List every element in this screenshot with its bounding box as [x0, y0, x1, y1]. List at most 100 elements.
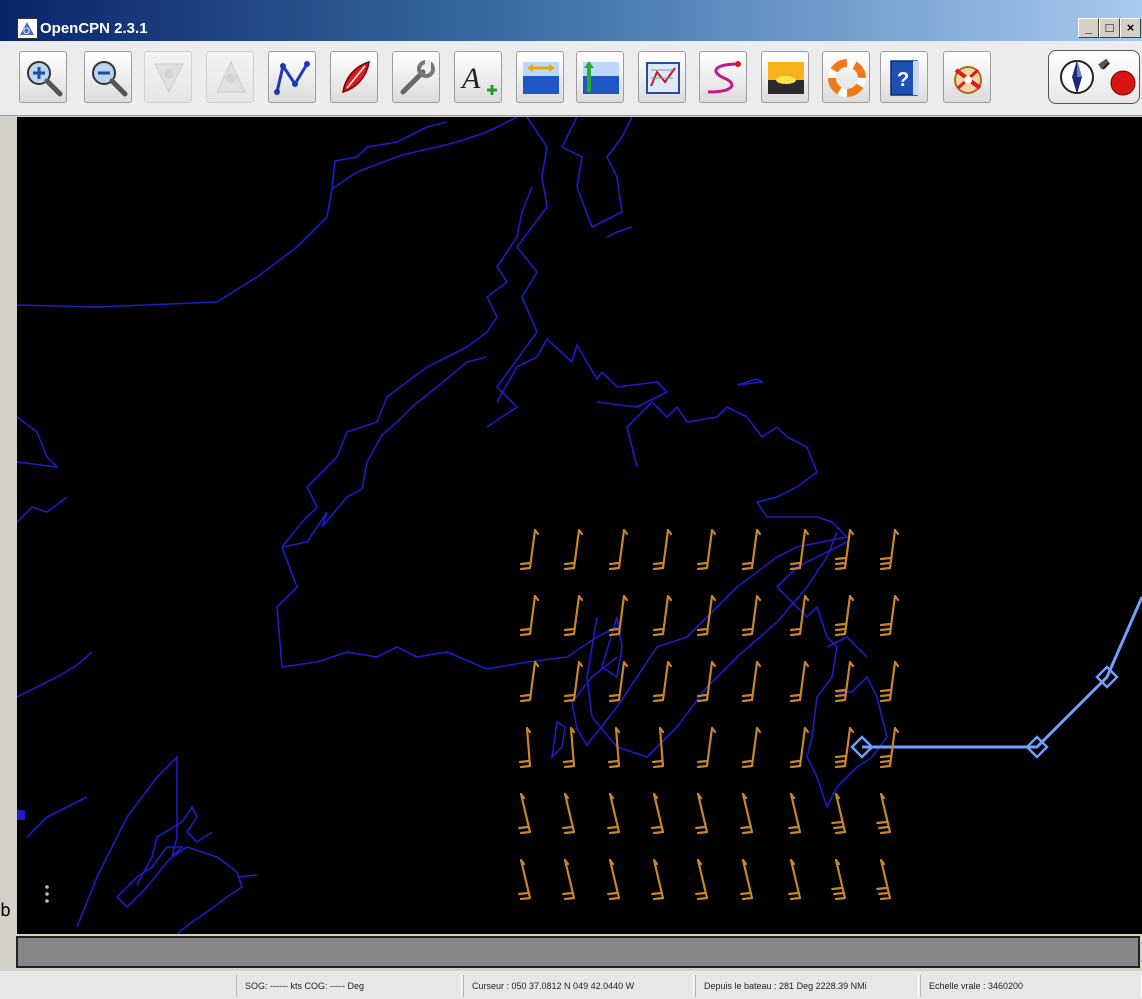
wind-barb [834, 660, 855, 703]
zoom-out-icon [92, 61, 128, 97]
wind-barb [879, 660, 900, 703]
chart-marker [17, 810, 25, 820]
text-icon: A [460, 62, 497, 95]
left-margin-mark: b [0, 900, 11, 921]
cursor-position-field: Curseur : 050 37.0812 N 049 42.0440 W [463, 975, 694, 997]
wind-barb [651, 792, 665, 835]
wind-barb [741, 528, 762, 571]
status-bar: SOG: ------ kts COG: ----- Deg Curseur :… [0, 971, 1142, 999]
follow-boat-button[interactable] [330, 51, 378, 103]
wind-barb [519, 528, 540, 571]
wind-barb [652, 594, 673, 637]
mob-button[interactable] [822, 51, 870, 103]
zoom-out-button[interactable] [84, 51, 132, 103]
gps-status-icon[interactable] [1095, 55, 1139, 99]
help-book-icon: ? [890, 60, 919, 96]
wind-barb [741, 594, 762, 637]
track-icon [707, 61, 741, 94]
wind-barb [518, 858, 532, 901]
wind-barb [562, 726, 576, 769]
help-button[interactable]: ? [880, 51, 928, 103]
maximize-button[interactable]: □ [1099, 18, 1120, 38]
chart-canvas[interactable] [17, 117, 1142, 934]
wind-barb [740, 858, 754, 901]
title-bar[interactable]: O OpenCPN 2.3.1 _ □ × [0, 0, 1142, 41]
wind-barb [788, 792, 802, 835]
wind-barb [607, 792, 621, 835]
chart-map [17, 117, 1142, 934]
wind-barb [876, 858, 892, 901]
wind-barb [741, 726, 762, 769]
svg-text:A: A [460, 62, 481, 95]
status-icons-group [1048, 50, 1140, 104]
close-button[interactable]: × [1120, 18, 1141, 38]
app-window: O OpenCPN 2.3.1 _ □ × A ? b SOG: ------ … [0, 0, 1142, 999]
svg-text:O: O [23, 26, 30, 36]
zoom-in-button[interactable] [19, 51, 67, 103]
settings-button[interactable] [392, 51, 440, 103]
text-button[interactable]: A [454, 51, 502, 103]
wrench-icon [400, 60, 435, 95]
main-toolbar: A ? [0, 41, 1142, 116]
wind-barb [831, 858, 847, 901]
track-button[interactable] [699, 51, 747, 103]
wind-barb [519, 660, 540, 703]
lifebuoy-icon [828, 59, 866, 97]
active-route[interactable] [862, 596, 1142, 749]
boat-icon [342, 60, 370, 94]
chart-marker [45, 899, 49, 903]
wind-barb [879, 528, 900, 571]
color-scheme-button[interactable] [761, 51, 809, 103]
wind-barb [695, 858, 709, 901]
route-icon [274, 61, 310, 95]
wind-barb [696, 726, 717, 769]
wind-barb [518, 792, 532, 835]
wind-barb [518, 726, 532, 769]
wind-barb [563, 594, 584, 637]
tides-button[interactable] [576, 51, 624, 103]
wind-barb [834, 726, 855, 769]
scale-out-button[interactable] [206, 51, 254, 103]
grib-weather-icon [954, 66, 982, 94]
wind-barb [789, 660, 810, 703]
scale-out-icon [216, 60, 246, 93]
wind-barb [741, 660, 762, 703]
wind-barb [608, 528, 629, 571]
sunset-icon [768, 62, 804, 94]
wind-barb [696, 528, 717, 571]
wind-barb [563, 660, 584, 703]
scale-in-button[interactable] [144, 51, 192, 103]
route-button[interactable] [268, 51, 316, 103]
wind-barb [876, 792, 892, 835]
wind-barb [740, 792, 754, 835]
grib-button[interactable] [943, 51, 991, 103]
wind-barb [519, 594, 540, 637]
wind-barb [652, 528, 673, 571]
route-manager-button[interactable] [638, 51, 686, 103]
console-bar [16, 936, 1140, 968]
wind-barb [607, 858, 621, 901]
window-title: OpenCPN 2.3.1 [40, 20, 148, 37]
zoom-in-icon [27, 61, 63, 97]
wind-barb [562, 792, 576, 835]
wind-barb [652, 660, 673, 703]
minimize-button[interactable]: _ [1078, 18, 1099, 38]
wind-barb [651, 726, 665, 769]
wind-barb [562, 858, 576, 901]
currents-button[interactable] [516, 51, 564, 103]
wind-barb [834, 528, 855, 571]
wind-barb [879, 594, 900, 637]
wind-barb [834, 594, 855, 637]
wind-barb [608, 594, 629, 637]
chart-marker [45, 892, 49, 896]
sog-cog-field: SOG: ------ kts COG: ----- Deg [236, 975, 462, 997]
coastline [17, 117, 888, 934]
compass-icon[interactable] [1057, 57, 1097, 97]
opencpn-logo-icon: O [17, 18, 38, 39]
scale-in-icon [154, 63, 184, 94]
wind-barb [789, 726, 810, 769]
wind-barb [651, 858, 665, 901]
currents-icon [523, 62, 559, 94]
wind-barb [788, 858, 802, 901]
wind-barb [607, 726, 621, 769]
